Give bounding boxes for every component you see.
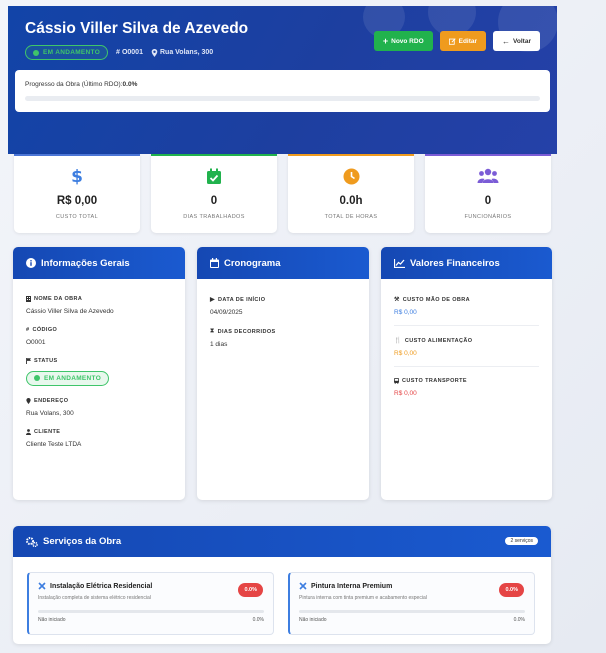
hash-icon: # [116, 49, 120, 56]
chart-line-icon [394, 258, 405, 268]
service-progress: 0.0% [252, 617, 264, 623]
general-info-card: Informações Gerais NOME DA OBRA Cássio V… [13, 247, 185, 500]
users-icon [477, 168, 499, 183]
project-code: # O0001 [116, 49, 143, 56]
clock-icon [343, 168, 359, 184]
progress-label: Progresso da Obra (Último RDO):0.0% [25, 81, 138, 88]
status-badge: EM ANDAMENTO [25, 45, 109, 60]
stat-label: CUSTO TOTAL [55, 214, 99, 220]
building-icon [26, 296, 31, 302]
stat-total-hours: 0.0h TOTAL DE HORAS [288, 154, 414, 233]
service-description: Pintura interna com tinta premium e acab… [299, 595, 427, 601]
field-project-name: NOME DA OBRA Cássio Viller Silva de Azev… [26, 296, 114, 315]
progress-bar [25, 96, 540, 101]
service-progress-bar [38, 610, 264, 613]
project-header: Cássio Viller Silva de Azevedo EM ANDAME… [8, 6, 557, 154]
play-icon: ▶ [210, 297, 216, 303]
stat-total-cost: $ R$ 0,00 CUSTO TOTAL [14, 154, 140, 233]
info-icon [26, 258, 36, 268]
card-title: Cronograma [224, 257, 281, 269]
back-button[interactable]: ← Voltar [493, 31, 540, 51]
bus-icon [394, 378, 399, 384]
status-dot-icon [34, 375, 40, 381]
service-percent-badge: 0.0% [238, 583, 263, 597]
field-transport-cost: CUSTO TRANSPORTE R$ 0,00 [394, 378, 467, 397]
progress-card: Progresso da Obra (Último RDO):0.0% [15, 70, 550, 112]
field-code: # CÓDIGO O0001 [26, 327, 58, 346]
card-title: Valores Financeiros [410, 257, 500, 269]
field-food-cost: 🍴 CUSTO ALIMENTAÇÃO R$ 0,00 [394, 337, 539, 367]
service-status: Não iniciado [299, 617, 327, 623]
card-header: Informações Gerais [13, 247, 185, 279]
stat-label: TOTAL DE HORAS [324, 214, 378, 220]
utensils-icon: 🍴 [394, 338, 402, 344]
financial-values-card: Valores Financeiros ⚒ CUSTO MÃO DE OBRA R… [381, 247, 552, 500]
services-header: Serviços da Obra 2 serviços [13, 526, 551, 557]
calendar-icon [210, 258, 219, 268]
calendar-check-icon [207, 168, 221, 184]
field-status: STATUS EM ANDAMENTO [26, 358, 172, 386]
flag-icon [26, 358, 31, 364]
header-meta: EM ANDAMENTO # O0001 Rua Volans, 300 [25, 45, 213, 60]
service-percent-badge: 0.0% [499, 583, 524, 597]
svg-text:$: $ [71, 167, 83, 185]
card-header: Valores Financeiros [381, 247, 552, 279]
service-progress-bar [299, 610, 525, 613]
plus-icon: + [382, 36, 389, 46]
stat-value: 0 [484, 195, 492, 207]
project-address: Rua Volans, 300 [151, 48, 213, 57]
services-title: Serviços da Obra [43, 536, 122, 547]
field-labor-cost: ⚒ CUSTO MÃO DE OBRA R$ 0,00 [394, 296, 539, 326]
services-panel: Serviços da Obra 2 serviços Instalação E… [13, 526, 551, 644]
stat-value: R$ 0,00 [56, 195, 98, 207]
status-badge: EM ANDAMENTO [26, 370, 110, 386]
stat-label: DIAS TRABALHADOS [183, 214, 245, 220]
card-title: Informações Gerais [41, 257, 130, 269]
stat-label: FUNCIONÁRIOS [464, 214, 512, 220]
card-header: Cronograma [197, 247, 369, 279]
edit-button[interactable]: Editar [439, 31, 487, 51]
stat-value: 0 [210, 195, 218, 207]
field-address: ENDEREÇO Rua Volans, 300 [26, 398, 74, 417]
service-status: Não iniciado [38, 617, 66, 623]
map-pin-icon [26, 398, 31, 404]
tools-icon [38, 582, 46, 590]
service-name: Pintura Interna Premium [311, 582, 393, 590]
field-start-date: ▶ DATA DE INÍCIO 04/09/2025 [210, 296, 266, 317]
header-actions: + Novo RDO Editar ← Voltar [373, 31, 540, 51]
field-client: CLIENTE Cliente Teste LTDA [26, 429, 82, 448]
field-elapsed-days: ⧗ DIAS DECORRIDOS 1 dias [210, 328, 276, 348]
service-card[interactable]: Instalação Elétrica Residencial Instalaç… [27, 572, 274, 635]
edit-icon [448, 37, 456, 45]
page-title: Cássio Viller Silva de Azevedo [25, 20, 249, 37]
services-count-badge: 2 serviços [505, 537, 538, 545]
stat-employees: 0 FUNCIONÁRIOS [425, 154, 551, 233]
stat-days-worked: 0 DIAS TRABALHADOS [151, 154, 277, 233]
status-dot-icon [33, 49, 39, 56]
service-name: Instalação Elétrica Residencial [50, 582, 153, 590]
stat-value: 0.0h [339, 195, 363, 207]
cogs-icon [26, 536, 38, 547]
new-rdo-button[interactable]: + Novo RDO [373, 31, 433, 51]
service-description: Instalação completa de sistema elétrico … [38, 595, 151, 601]
hammer-icon: ⚒ [394, 297, 400, 303]
map-pin-icon [151, 48, 158, 57]
arrow-left-icon: ← [502, 36, 511, 46]
service-progress: 0.0% [513, 617, 525, 623]
service-card[interactable]: Pintura Interna Premium Pintura interna … [288, 572, 535, 635]
hourglass-icon: ⧗ [210, 328, 215, 334]
dollar-icon: $ [71, 167, 83, 185]
user-icon [26, 429, 31, 435]
hash-icon: # [26, 327, 30, 333]
schedule-card: Cronograma ▶ DATA DE INÍCIO 04/09/2025 ⧗ D… [197, 247, 369, 500]
tools-icon [299, 582, 307, 590]
